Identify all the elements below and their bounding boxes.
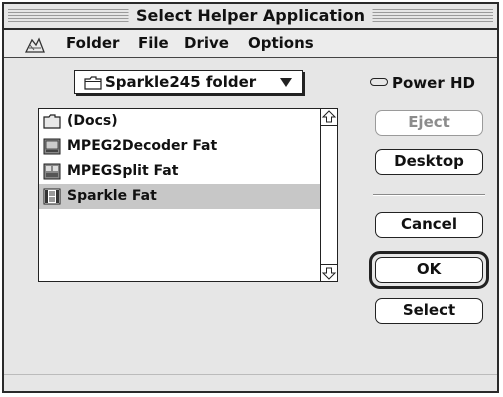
film-application-icon xyxy=(43,188,61,205)
volume-label: Power HD xyxy=(392,74,475,92)
list-item-label: (Docs) xyxy=(67,113,118,129)
eject-button[interactable]: Eject xyxy=(375,110,483,136)
folder-popup-menu[interactable]: Sparkle245 folder xyxy=(74,70,303,94)
arrow-up-icon xyxy=(321,110,337,123)
file-list-scrollbar[interactable] xyxy=(320,109,337,281)
list-item[interactable]: MPEGSplit Fat xyxy=(39,159,320,184)
title-bar[interactable]: Select Helper Application xyxy=(4,4,497,30)
list-item[interactable]: (Docs) xyxy=(39,109,320,134)
arrow-down-icon xyxy=(321,267,337,280)
menu-file[interactable]: File xyxy=(138,34,169,52)
folder-icon xyxy=(43,114,61,129)
application-icon xyxy=(43,163,61,180)
window-title: Select Helper Application xyxy=(128,5,373,27)
scroll-up-button[interactable] xyxy=(321,109,337,126)
divider xyxy=(4,374,497,375)
hard-disk-icon xyxy=(370,78,388,86)
folder-popup-label: Sparkle245 folder xyxy=(105,73,257,91)
menu-bar: Folder File Drive Options xyxy=(4,30,497,58)
select-helper-dialog: Select Helper Application Folder File Dr… xyxy=(2,2,499,393)
button-separator xyxy=(373,194,485,196)
menu-drive[interactable]: Drive xyxy=(184,34,229,52)
scroll-down-button[interactable] xyxy=(321,264,337,281)
menu-folder[interactable]: Folder xyxy=(66,34,119,52)
file-list: (Docs) MPEG2Decoder Fat MPEGSplit Fat Sp… xyxy=(38,108,338,282)
volume-name: Power HD xyxy=(370,74,475,92)
menu-options[interactable]: Options xyxy=(248,34,314,52)
ok-button[interactable]: OK xyxy=(375,257,483,283)
list-item-label: MPEGSplit Fat xyxy=(67,163,179,179)
file-manager-logo-icon[interactable] xyxy=(24,36,46,54)
chevron-down-icon xyxy=(280,78,292,87)
list-item[interactable]: MPEG2Decoder Fat xyxy=(39,134,320,159)
select-button[interactable]: Select xyxy=(375,298,483,324)
cancel-button[interactable]: Cancel xyxy=(375,212,483,238)
application-icon xyxy=(43,138,61,155)
list-item-selected[interactable]: Sparkle Fat xyxy=(39,184,320,209)
list-item-label: Sparkle Fat xyxy=(67,188,157,204)
desktop-button[interactable]: Desktop xyxy=(375,149,483,175)
folder-icon xyxy=(84,76,102,90)
list-item-label: MPEG2Decoder Fat xyxy=(67,138,218,154)
